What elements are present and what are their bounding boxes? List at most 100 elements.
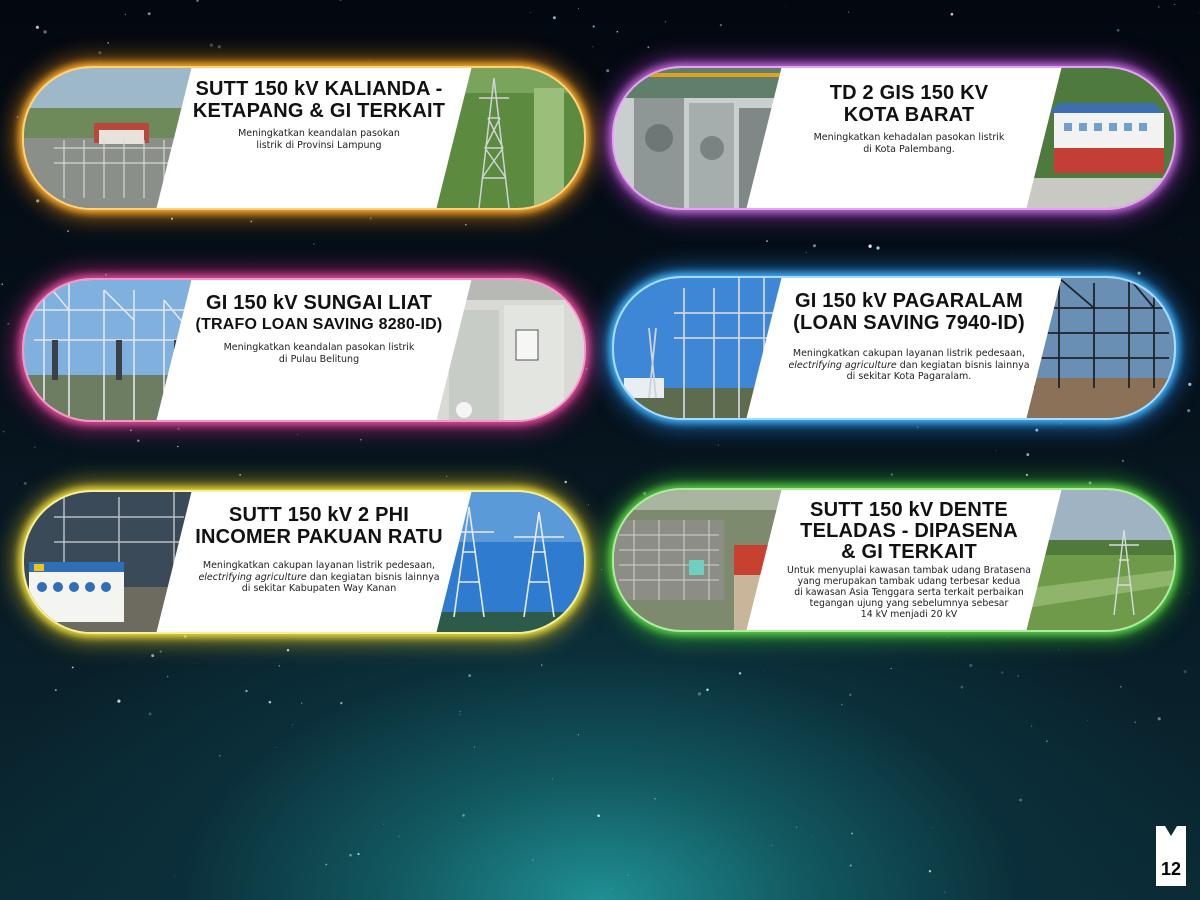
star (1012, 250, 1014, 252)
star (616, 30, 619, 33)
star (890, 473, 893, 476)
star (1197, 12, 1199, 14)
star (597, 814, 600, 818)
star (340, 701, 343, 705)
star (174, 874, 176, 876)
star (325, 863, 328, 866)
star (16, 116, 19, 118)
project-card-sutt-pakuan-ratu: SUTT 150 kV 2 PHI INCOMER PAKUAN RATU Me… (22, 490, 586, 634)
star (1121, 459, 1125, 462)
star (784, 6, 786, 8)
star (170, 217, 174, 220)
title-line: GI 150 kV SUNGAI LIAT (205, 292, 433, 314)
star (841, 704, 843, 706)
star (462, 814, 465, 817)
star (848, 693, 852, 697)
star (540, 664, 543, 666)
desc-line: Untuk menyuplai kawasan tambak udang Bra… (787, 565, 1031, 576)
star (1026, 453, 1030, 457)
star (159, 650, 162, 653)
star (805, 252, 807, 254)
card-title: SUTT 150 kV DENTE TELADAS - DIPASENA & G… (764, 500, 1054, 563)
star (1174, 4, 1176, 6)
star (849, 864, 852, 867)
star (130, 429, 132, 432)
star (98, 51, 102, 55)
desc-line: di kawasan Asia Tenggara serta terkait p… (794, 587, 1024, 598)
star (219, 754, 221, 757)
star (1188, 592, 1190, 594)
desc-text: dan kegiatan bisnis lainnya (306, 571, 440, 583)
page-number-tab: 12 (1156, 826, 1186, 886)
star (763, 669, 765, 671)
star (1137, 271, 1141, 275)
star (585, 368, 588, 370)
star (796, 826, 798, 828)
desc-line: Meningkatkan cakupan layanan listrik ped… (202, 560, 436, 571)
star (588, 504, 589, 506)
desc-italic: electrifying agriculture (198, 571, 307, 583)
desc-line: di sekitar Kota Pagaralam. (846, 371, 972, 382)
card-text: SUTT 150 kV KALIANDA - KETAPANG & GI TER… (174, 68, 464, 208)
title-line: INCOMER PAKUAN RATU (195, 526, 443, 548)
star (1046, 740, 1048, 742)
star (54, 689, 57, 692)
card-description: Meningkatkan kehadalan pasokan listrik d… (764, 132, 1054, 155)
star (577, 734, 579, 736)
title-line: TELADAS - DIPASENA (800, 520, 1018, 542)
star (654, 798, 656, 800)
star (107, 42, 110, 44)
page-number: 12 (1160, 859, 1182, 879)
card-description: Meningkatkan cakupan layanan listrik ped… (174, 560, 464, 595)
star (719, 23, 723, 27)
star (813, 244, 816, 248)
star (1180, 237, 1181, 239)
star (1031, 725, 1033, 727)
star (313, 243, 315, 245)
star (124, 13, 126, 15)
star (196, 0, 199, 2)
star (1035, 428, 1039, 432)
card-text: SUTT 150 kV DENTE TELADAS - DIPASENA & G… (764, 490, 1054, 630)
star (995, 450, 997, 451)
star (1001, 671, 1004, 674)
desc-line: 14 kV menjadi 20 kV (860, 609, 958, 620)
star (1088, 481, 1092, 485)
star (592, 25, 595, 28)
star (601, 568, 602, 570)
star (137, 439, 140, 442)
star (931, 827, 933, 828)
desc-line: di Pulau Belitung (278, 353, 360, 365)
desc-line: tegangan ujung yang sebelumnya sebesar (809, 598, 1009, 609)
star (473, 746, 476, 748)
star (300, 702, 303, 704)
star (468, 674, 472, 677)
star (647, 46, 650, 49)
title-line: KETAPANG & GI TERKAIT (192, 100, 446, 122)
star (771, 844, 773, 846)
card-title: GI 150 kV SUNGAI LIAT (TRAFO LOAN SAVING… (174, 292, 464, 336)
star (177, 427, 180, 431)
star (1157, 6, 1160, 8)
title-line: (LOAN SAVING 7940-ID) (793, 312, 1025, 334)
star (360, 439, 362, 441)
star (592, 46, 594, 48)
star (1019, 798, 1022, 802)
star (1157, 717, 1161, 721)
desc-line: electrifying agriculture dan kegiatan bi… (764, 360, 1054, 372)
star (7, 322, 10, 325)
star (928, 870, 932, 873)
star (292, 724, 294, 726)
star (1060, 422, 1062, 425)
star (530, 12, 532, 13)
desc-italic: electrifying agriculture (788, 359, 897, 371)
desc-line: Meningkatkan cakupan layanan listrik ped… (792, 348, 1026, 359)
desc-line: Meningkatkan keandalan pasokan (238, 128, 400, 139)
star (67, 230, 70, 233)
card-title: SUTT 150 kV 2 PHI INCOMER PAKUAN RATU (174, 504, 464, 548)
title-line: SUTT 150 kV 2 PHI (228, 504, 410, 526)
star (383, 823, 385, 825)
star (166, 675, 169, 678)
star (357, 852, 360, 856)
star (610, 888, 612, 890)
